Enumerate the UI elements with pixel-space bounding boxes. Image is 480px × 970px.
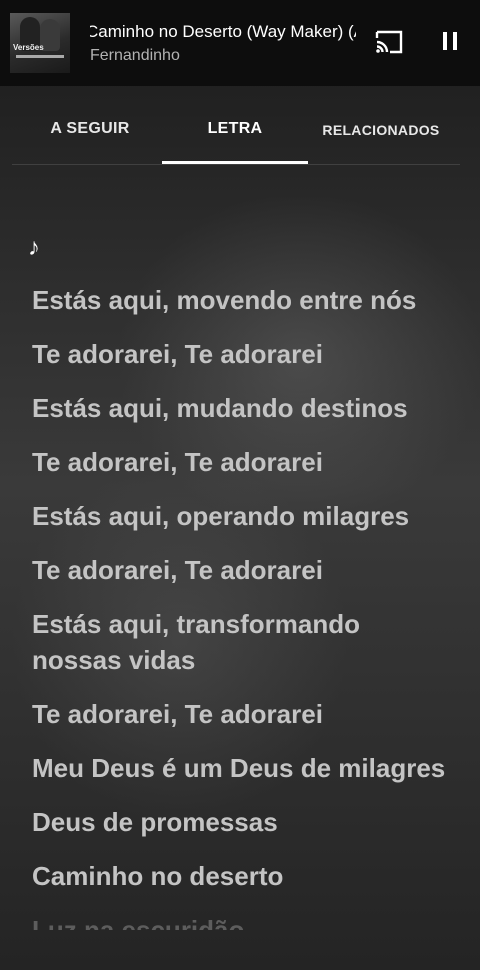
pause-icon [453,32,457,50]
lyric-line: Estás aqui, operando milagres [32,501,410,531]
thumbnail-logo-underline [16,55,64,58]
lyric-line: Meu Deus é um Deus de milagres [32,753,446,783]
pause-icon [443,32,447,50]
lyric-line: Deus de promessas [32,807,278,837]
lyric-line: Te adorarei, Te adorarei [32,447,323,477]
lyric-line: Te adorarei, Te adorarei [32,555,323,585]
mini-player[interactable]: Versões Caminho no Deserto (Way Maker) (… [0,0,480,86]
lyric-line: Te adorarei, Te adorarei [32,699,323,729]
lyric-line: Te adorarei, Te adorarei [32,339,323,369]
lyric-line: Estás aqui, movendo entre nós [32,285,417,315]
lyric-line: Caminho no deserto [32,861,284,891]
cast-icon [375,30,403,54]
lyrics-body: Estás aqui, movendo entre nós Te adorare… [32,282,452,930]
pause-button[interactable] [437,30,463,54]
thumbnail-logo: Versões [13,43,44,52]
music-note-icon: ♪ [28,234,40,261]
tab-related[interactable]: RELACIONADOS [310,122,452,152]
cast-button[interactable] [374,30,404,56]
artist-name[interactable]: Fernandinho [90,47,180,65]
song-title: Caminho no Deserto (Way Maker) (Ao Vivo) [90,22,356,41]
tab-lyrics[interactable]: LETRA [162,120,308,150]
tab-bar: A SEGUIR LETRA RELACIONADOS [0,86,480,166]
song-title-container[interactable]: Caminho no Deserto (Way Maker) (Ao Vivo) [90,22,356,42]
lyric-line: Luz na escuridão [32,915,245,930]
album-thumbnail[interactable]: Versões [10,13,70,73]
lyric-line: Estás aqui, mudando destinos [32,393,408,423]
tab-divider [12,164,460,165]
lyrics-sheet: A SEGUIR LETRA RELACIONADOS ♪ Estás aqui… [0,86,480,970]
lyric-line: Estás aqui, transformando nossas vidas [32,609,360,675]
tab-up-next[interactable]: A SEGUIR [20,120,160,150]
